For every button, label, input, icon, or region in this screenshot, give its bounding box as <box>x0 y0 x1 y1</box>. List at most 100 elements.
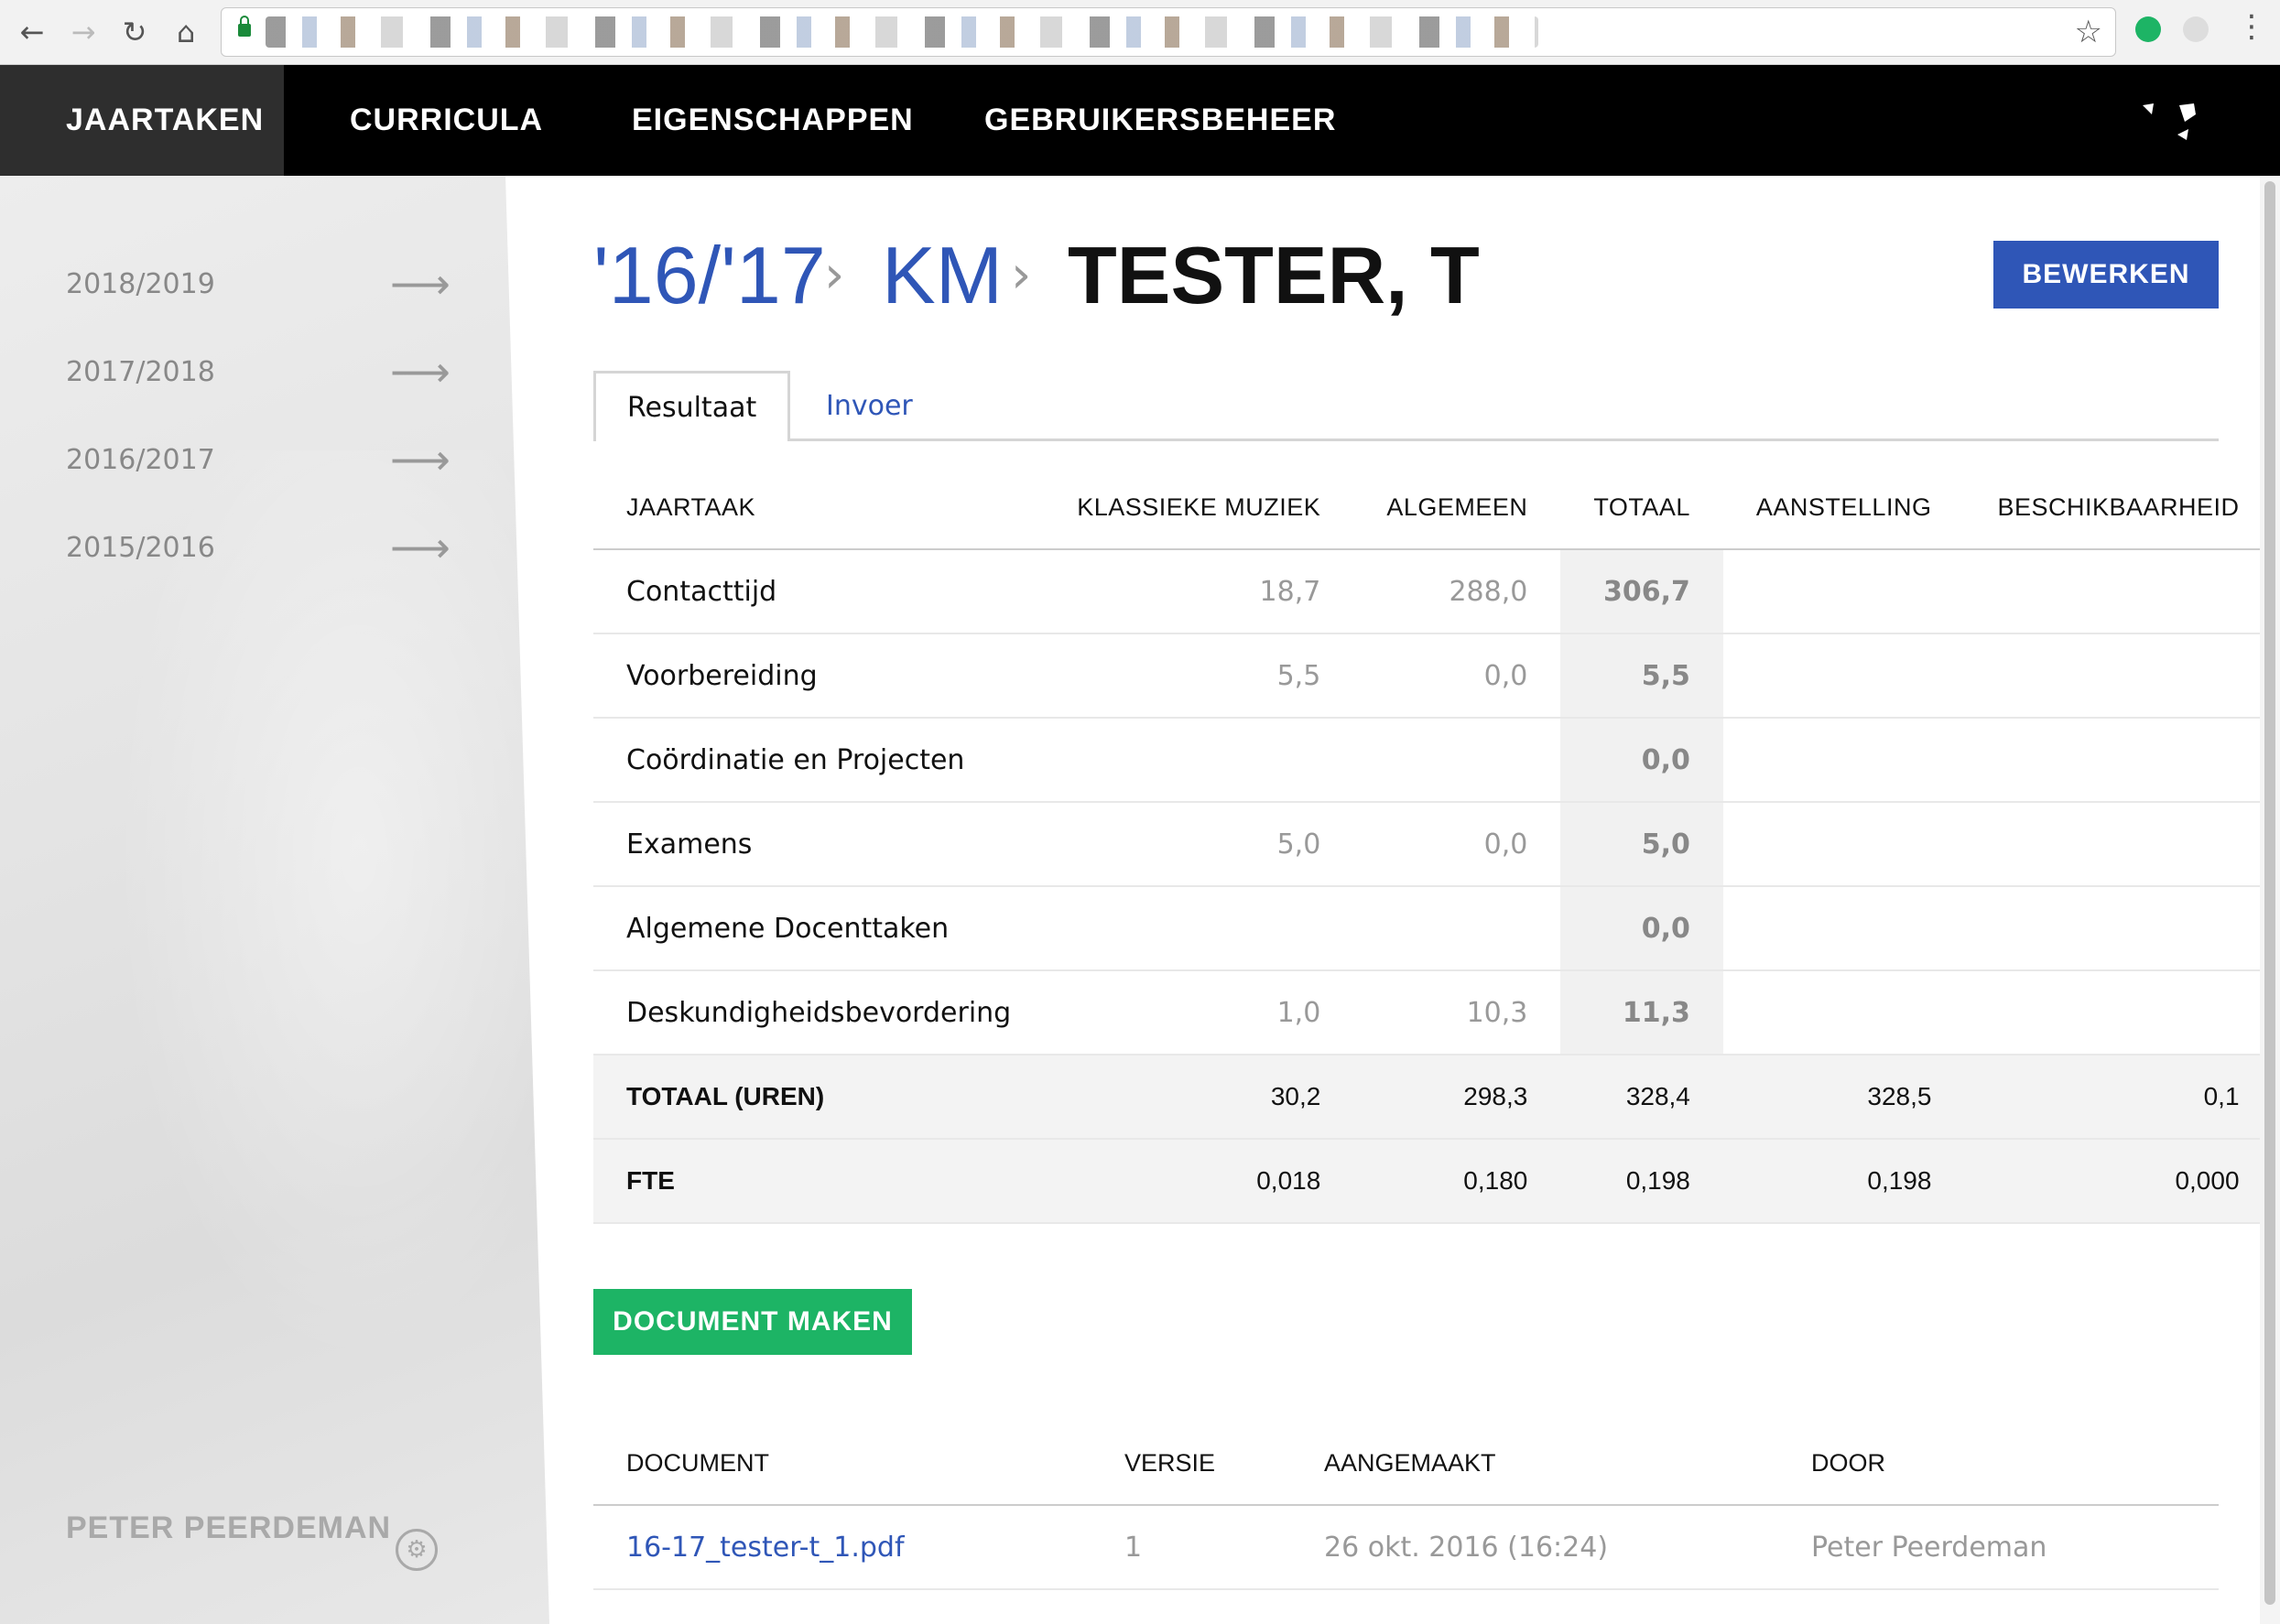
logo-icon <box>2143 103 2196 140</box>
created-cell: 26 okt. 2016 (16:24) <box>1291 1505 1778 1590</box>
column-header: DOOR <box>1778 1423 2219 1506</box>
cell-km: 5,0 <box>1044 802 1354 887</box>
cell-empty <box>1964 886 2273 971</box>
address-bar[interactable]: ☆ <box>221 7 2116 57</box>
total-beschikbaarheid: 0,1 <box>1964 1054 2273 1140</box>
bookmark-star-icon[interactable]: ☆ <box>2075 14 2102 50</box>
column-header: VERSIE <box>1091 1423 1291 1506</box>
total-alg: 298,3 <box>1353 1054 1561 1140</box>
cell-empty <box>1964 970 2273 1056</box>
table-row: Voorbereiding 5,5 0,0 5,5 <box>593 633 2273 719</box>
cell-empty <box>1722 802 1965 887</box>
total-aanstelling: 328,5 <box>1722 1054 1965 1140</box>
breadcrumb-dept[interactable]: KM <box>882 229 1003 322</box>
author-cell: Peter Peerdeman <box>1778 1505 2219 1590</box>
cell-total: 306,7 <box>1560 549 1723 634</box>
cell-km <box>1044 886 1354 971</box>
sidebar-item-2016-2017[interactable]: 2016/2017 ⟶ <box>66 432 451 487</box>
table-row: 16-17_tester-t_1.pdf 1 26 okt. 2016 (16:… <box>593 1505 2219 1590</box>
column-header: JAARTAAK <box>593 467 1045 550</box>
table-row: Deskundigheidsbevordering 1,0 10,3 11,3 <box>593 970 2273 1056</box>
cell-total: 11,3 <box>1560 970 1723 1056</box>
top-navigation: JAARTAKEN CURRICULA EIGENSCHAPPEN GEBRUI… <box>0 65 2280 176</box>
table-row: Algemene Docenttaken 0,0 <box>593 886 2273 971</box>
cell-alg: 0,0 <box>1353 802 1561 887</box>
scrollbar[interactable] <box>2260 176 2280 1624</box>
sidebar-item-2015-2016[interactable]: 2015/2016 ⟶ <box>66 520 451 575</box>
tab-resultaat[interactable]: Resultaat <box>593 371 790 441</box>
task-name: Coördinatie en Projecten <box>593 718 1045 803</box>
table-header-row: JAARTAAK KLASSIEKE MUZIEK ALGEMEEN TOTAA… <box>593 467 2273 550</box>
task-name: Algemene Docenttaken <box>593 886 1045 971</box>
column-header: ALGEMEEN <box>1353 467 1561 550</box>
back-icon[interactable]: ← <box>13 13 51 51</box>
home-icon[interactable]: ⌂ <box>167 13 205 51</box>
sidebar-item-2018-2019[interactable]: 2018/2019 ⟶ <box>66 256 451 311</box>
reload-icon[interactable]: ↻ <box>115 13 154 51</box>
browser-menu-icon[interactable]: ⋮ <box>2236 11 2267 42</box>
user-name: PETER PEERDEMAN <box>66 1510 392 1545</box>
fte-row: FTE 0,018 0,180 0,198 0,198 0,000 <box>593 1139 2273 1224</box>
chevron-right-icon: › <box>1011 245 1032 305</box>
column-header: BESCHIKBAARHEID <box>1964 467 2273 550</box>
cell-alg <box>1353 886 1561 971</box>
arrow-right-icon: ⟶ <box>390 435 451 484</box>
cell-km <box>1044 718 1354 803</box>
edit-button[interactable]: BEWERKEN <box>1993 241 2219 309</box>
redacted-url <box>266 16 1538 48</box>
cell-alg: 10,3 <box>1353 970 1561 1056</box>
total-km: 30,2 <box>1044 1054 1354 1140</box>
breadcrumb-year[interactable]: '16/'17 <box>593 229 826 322</box>
tab-invoer[interactable]: Invoer <box>826 371 913 441</box>
year-label: 2016/2017 <box>66 443 215 476</box>
year-label: 2017/2018 <box>66 355 215 388</box>
cell-empty <box>1722 718 1965 803</box>
fte-label: FTE <box>593 1139 1045 1224</box>
table-row: Examens 5,0 0,0 5,0 <box>593 802 2273 887</box>
tab-jaartaken[interactable]: JAARTAKEN <box>0 65 284 176</box>
cell-km: 1,0 <box>1044 970 1354 1056</box>
total-label: TOTAAL (UREN) <box>593 1054 1045 1140</box>
gear-icon[interactable]: ⚙ <box>396 1529 438 1571</box>
extension-icon[interactable] <box>2135 16 2161 42</box>
arrow-right-icon: ⟶ <box>390 347 451 396</box>
extension-icon[interactable] <box>2183 16 2209 42</box>
fte-tot: 0,198 <box>1560 1139 1723 1224</box>
cell-empty <box>1964 718 2273 803</box>
document-link[interactable]: 16-17_tester-t_1.pdf <box>626 1532 905 1564</box>
tab-curricula[interactable]: CURRICULA <box>350 65 543 176</box>
create-document-button[interactable]: DOCUMENT MAKEN <box>593 1289 912 1355</box>
column-header: TOTAAL <box>1560 467 1723 550</box>
column-header: DOCUMENT <box>593 1423 1091 1506</box>
cell-empty <box>1964 802 2273 887</box>
fte-aanstelling: 0,198 <box>1722 1139 1965 1224</box>
lock-icon <box>238 16 251 37</box>
tab-gebruikersbeheer[interactable]: GEBRUIKERSBEHEER <box>984 65 1336 176</box>
task-name: Voorbereiding <box>593 633 1045 719</box>
cell-alg: 0,0 <box>1353 633 1561 719</box>
cell-km: 18,7 <box>1044 549 1354 634</box>
version-cell: 1 <box>1091 1505 1291 1590</box>
total-tot: 328,4 <box>1560 1054 1723 1140</box>
forward-icon[interactable]: → <box>64 13 103 51</box>
cell-empty <box>1964 549 2273 634</box>
fte-alg: 0,180 <box>1353 1139 1561 1224</box>
arrow-right-icon: ⟶ <box>390 523 451 572</box>
year-label: 2015/2016 <box>66 531 215 564</box>
cell-empty <box>1722 633 1965 719</box>
table-row: Coördinatie en Projecten 0,0 <box>593 718 2273 803</box>
chevron-right-icon: › <box>824 245 845 305</box>
cell-empty <box>1964 633 2273 719</box>
sidebar-item-2017-2018[interactable]: 2017/2018 ⟶ <box>66 344 451 399</box>
arrow-right-icon: ⟶ <box>390 259 451 309</box>
task-name: Deskundigheidsbevordering <box>593 970 1045 1056</box>
cell-alg: 288,0 <box>1353 549 1561 634</box>
cell-total: 5,0 <box>1560 802 1723 887</box>
tab-eigenschappen[interactable]: EIGENSCHAPPEN <box>632 65 914 176</box>
cell-total: 5,5 <box>1560 633 1723 719</box>
sidebar-background-image <box>73 450 549 1457</box>
results-table: JAARTAAK KLASSIEKE MUZIEK ALGEMEEN TOTAA… <box>593 467 2273 1224</box>
column-header: AANGEMAAKT <box>1291 1423 1778 1506</box>
scrollbar-thumb[interactable] <box>2264 181 2275 1605</box>
column-header: AANSTELLING <box>1722 467 1965 550</box>
